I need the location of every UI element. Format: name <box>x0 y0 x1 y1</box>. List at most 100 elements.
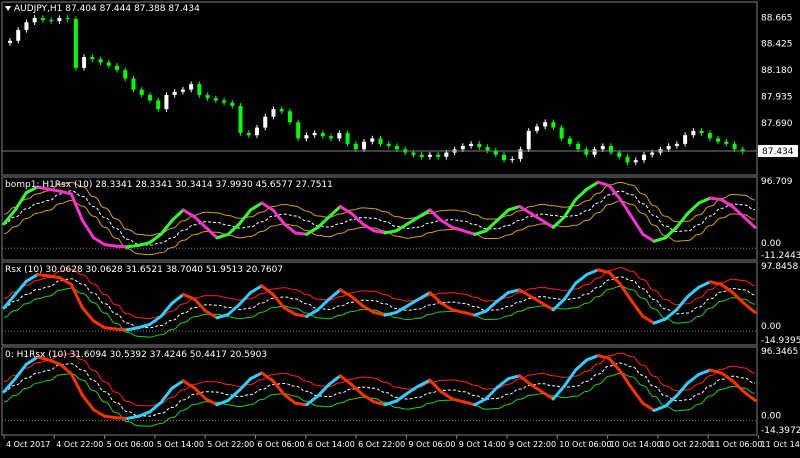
indicator-segment <box>609 186 620 200</box>
candle-body <box>189 84 193 89</box>
time-axis-label: 9 Oct 22:00 <box>509 440 556 449</box>
candle-body <box>486 147 490 150</box>
indicator-segment <box>564 200 575 217</box>
indicator-segment <box>587 356 598 360</box>
candle-body <box>214 98 218 100</box>
candle-body <box>609 146 613 153</box>
candle-body <box>346 133 350 144</box>
indicator-segment <box>183 294 194 299</box>
candle-body <box>642 155 646 160</box>
candle-body <box>510 159 514 160</box>
time-axis-label: 6 Oct 14:00 <box>308 440 355 449</box>
candle-body <box>66 18 70 19</box>
indicator-segment <box>744 217 755 227</box>
candle-body <box>395 146 399 149</box>
candle-body <box>206 95 210 98</box>
time-axis-label: 6 Oct 22:00 <box>358 440 405 449</box>
indicator-segment <box>127 416 138 418</box>
indicator-segment <box>351 213 362 223</box>
candle-body <box>263 117 267 128</box>
candle-body <box>691 131 695 135</box>
indicator-segment <box>598 270 609 273</box>
indicator-axis-zero: 0.00 <box>761 322 781 332</box>
candle-body <box>173 92 177 95</box>
indicator-segment <box>576 189 587 199</box>
candle-body <box>527 131 531 149</box>
candle-body <box>650 153 654 155</box>
candle-body <box>329 136 333 138</box>
time-axis-label: 9 Oct 14:00 <box>459 440 506 449</box>
indicator-segment <box>587 270 598 275</box>
candle-body <box>148 95 152 100</box>
indicator-segment <box>733 207 744 217</box>
candle-body <box>74 19 78 68</box>
mt4-chart-window[interactable]: 88.66588.42588.18087.93587.69087.434AUDJ… <box>0 0 800 454</box>
price-axis-label: 88.425 <box>761 39 793 49</box>
time-axis-label: 10 Oct 22:00 <box>660 440 712 449</box>
candle-body <box>337 133 341 138</box>
candle-body <box>362 142 366 150</box>
indicator-segment <box>172 294 183 303</box>
indicator-segment <box>251 286 262 293</box>
indicator-segment <box>71 194 82 220</box>
candle-body <box>593 149 597 154</box>
indicator-segment <box>665 227 676 237</box>
indicator-segment <box>385 312 396 315</box>
candle-body <box>115 66 119 70</box>
indicator-segment <box>654 406 665 410</box>
indicator-segment <box>15 364 26 378</box>
indicator-segment <box>351 296 362 305</box>
indicator-segment <box>127 328 138 330</box>
indicator-segment <box>116 418 127 419</box>
indicator-segment <box>486 301 497 311</box>
indicator-segment <box>49 360 60 364</box>
candle-body <box>16 30 20 41</box>
indicator-segment <box>228 304 239 314</box>
candle-body <box>230 103 234 106</box>
dropdown-arrow-icon[interactable] <box>5 6 11 11</box>
candle-body <box>41 18 45 20</box>
candle-body <box>444 153 448 157</box>
chart-canvas[interactable]: 88.66588.42588.18087.93587.69087.434AUDJ… <box>0 0 800 454</box>
signal-dashed-line <box>4 191 755 245</box>
indicator-title: Rsx (10) 30.0628 30.0628 31.6521 38.7040… <box>5 265 283 275</box>
indicator-axis-max: 97.8458 <box>761 262 798 272</box>
indicator-segment <box>150 403 161 412</box>
time-axis-label: 5 Oct 22:00 <box>207 440 254 449</box>
indicator-segment <box>94 321 105 328</box>
indicator-segment <box>228 390 239 400</box>
indicator-axis-min: -14.9395 <box>761 336 800 346</box>
candle-body <box>436 155 440 157</box>
indicator-segment <box>699 198 710 203</box>
indicator-segment <box>710 198 721 199</box>
indicator-segment <box>643 234 654 241</box>
candle-body <box>123 70 127 79</box>
candle-body <box>296 122 300 138</box>
indicator-segment <box>49 276 60 278</box>
indicator-segment <box>295 233 306 234</box>
upper-band-line <box>4 182 755 235</box>
candle-body <box>551 122 555 127</box>
indicator-segment <box>340 376 351 385</box>
candle-body <box>197 84 201 95</box>
indicator-segment <box>475 231 486 234</box>
indicator-segment <box>564 370 575 386</box>
indicator-segment <box>396 224 407 231</box>
candle-body <box>49 20 53 21</box>
candle-body <box>634 160 638 162</box>
signal-dashed-line <box>4 363 755 416</box>
candle-body <box>57 18 61 21</box>
candle-body <box>181 90 185 92</box>
indicator-segment <box>385 231 396 233</box>
indicator-segment <box>94 410 105 417</box>
indicator-segment <box>531 384 542 391</box>
current-price-label: 87.434 <box>762 147 794 157</box>
candle-body <box>8 41 12 43</box>
indicator-segment <box>217 400 228 404</box>
indicator-segment <box>620 285 631 302</box>
candle-body <box>33 18 37 22</box>
candle-body <box>99 59 103 62</box>
indicator-segment <box>710 282 721 285</box>
candle-body <box>700 131 704 133</box>
indicator-segment <box>195 388 206 399</box>
